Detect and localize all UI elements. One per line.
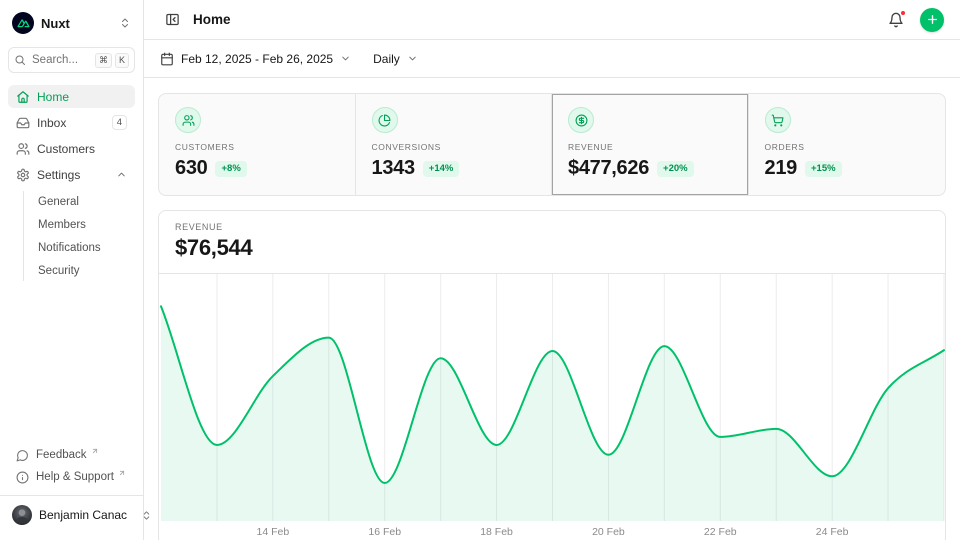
- sidebar-item-notifications[interactable]: Notifications: [34, 237, 135, 258]
- gear-icon: [16, 168, 30, 182]
- pie-chart-icon: [372, 107, 398, 133]
- sidebar-item-label: Settings: [37, 168, 80, 182]
- stat-card-conversions[interactable]: Conversions 1343 +14%: [356, 94, 553, 195]
- feedback-label: Feedback: [36, 449, 87, 461]
- chevron-down-icon: [407, 53, 418, 64]
- sidebar-divider: [0, 495, 143, 496]
- top-header: Home: [144, 0, 960, 40]
- sidebar-item-label: Inbox: [37, 116, 66, 130]
- stat-value: 219: [765, 157, 797, 180]
- chart-canvas: [159, 274, 945, 521]
- team-name: Nuxt: [41, 16, 70, 31]
- plus-icon: [926, 13, 939, 26]
- x-axis-tick: 22 Feb: [704, 526, 737, 538]
- chart-metric-label: Revenue: [175, 222, 929, 232]
- inbox-icon: [16, 116, 30, 130]
- stat-card-orders[interactable]: Orders 219 +15%: [749, 94, 946, 195]
- sidebar-item-home[interactable]: Home: [8, 85, 135, 108]
- user-menu[interactable]: Benjamin Canac: [8, 498, 135, 532]
- sidebar: Nuxt Search... ⌘ K Home: [0, 0, 144, 540]
- sidebar-item-label: Home: [37, 90, 69, 104]
- nuxt-logo-icon: [12, 12, 34, 34]
- kbd-k: K: [115, 53, 129, 68]
- dollar-circle-icon: [568, 107, 594, 133]
- main-area: Home Feb 12, 2: [144, 0, 960, 540]
- chevron-down-icon: [340, 53, 351, 64]
- stat-value: 1343: [372, 157, 415, 180]
- calendar-icon: [160, 52, 174, 66]
- stat-label: Revenue: [568, 142, 732, 152]
- sidebar-item-general[interactable]: General: [34, 191, 135, 212]
- stat-value: $477,626: [568, 157, 649, 180]
- notification-dot: [900, 10, 906, 16]
- x-axis-tick: 14 Feb: [256, 526, 289, 538]
- sidebar-item-members[interactable]: Members: [34, 214, 135, 235]
- page-title: Home: [193, 12, 231, 27]
- home-icon: [16, 90, 30, 104]
- stats-row: Customers 630 +8% Conversions 1343 +14%: [158, 93, 946, 196]
- revenue-chart-card: Revenue $76,544 14 Feb 16 Feb 18 Feb 20 Feb…: [158, 210, 946, 540]
- stat-value: 630: [175, 157, 207, 180]
- external-link-icon: [118, 469, 126, 477]
- date-range-label: Feb 12, 2025 - Feb 26, 2025: [181, 52, 333, 66]
- sidebar-item-customers[interactable]: Customers: [8, 137, 135, 160]
- stat-card-revenue[interactable]: Revenue $477,626 +20%: [552, 94, 749, 195]
- sidebar-item-inbox[interactable]: Inbox 4: [8, 111, 135, 134]
- message-bubble-icon: [16, 449, 29, 462]
- stat-label: Conversions: [372, 142, 536, 152]
- revenue-area-chart[interactable]: [159, 274, 945, 521]
- stat-delta-badge: +20%: [657, 161, 694, 177]
- info-icon: [16, 471, 29, 484]
- users-icon: [16, 142, 30, 156]
- x-axis-tick: 18 Feb: [480, 526, 513, 538]
- notifications-button[interactable]: [884, 8, 908, 32]
- x-axis-tick: 24 Feb: [816, 526, 849, 538]
- app-window: Nuxt Search... ⌘ K Home: [0, 0, 960, 540]
- content-area: Customers 630 +8% Conversions 1343 +14%: [144, 78, 960, 540]
- search-icon: [14, 54, 26, 66]
- x-axis-tick: 16 Feb: [368, 526, 401, 538]
- chevron-up-icon: [116, 169, 127, 180]
- stat-card-customers[interactable]: Customers 630 +8%: [159, 94, 356, 195]
- search-shortcut: ⌘ K: [95, 53, 129, 68]
- chart-header: Revenue $76,544: [159, 211, 945, 274]
- stat-delta-badge: +14%: [423, 161, 460, 177]
- kbd-cmd: ⌘: [95, 53, 112, 68]
- stat-delta-badge: +15%: [805, 161, 842, 177]
- team-switcher[interactable]: Nuxt: [8, 8, 135, 38]
- user-name: Benjamin Canac: [39, 508, 127, 522]
- search-input[interactable]: Search... ⌘ K: [8, 47, 135, 73]
- sidebar-item-security[interactable]: Security: [34, 260, 135, 281]
- help-support-label: Help & Support: [36, 471, 114, 483]
- help-support-link[interactable]: Help & Support: [8, 466, 135, 488]
- granularity-label: Daily: [373, 52, 400, 66]
- sidebar-item-label: Customers: [37, 142, 95, 156]
- date-range-picker[interactable]: Feb 12, 2025 - Feb 26, 2025: [160, 52, 351, 66]
- settings-subnav: General Members Notifications Security: [23, 191, 135, 281]
- search-placeholder: Search...: [32, 54, 78, 66]
- x-axis-tick: 20 Feb: [592, 526, 625, 538]
- x-axis-labels: 14 Feb 16 Feb 18 Feb 20 Feb 22 Feb 24 Feb: [159, 521, 945, 540]
- filter-toolbar: Feb 12, 2025 - Feb 26, 2025 Daily: [144, 40, 960, 78]
- sidebar-nav: Home Inbox 4 Customers Settings: [8, 85, 135, 281]
- stat-label: Orders: [765, 142, 930, 152]
- add-button[interactable]: [920, 8, 944, 32]
- avatar: [12, 505, 32, 525]
- chart-metric-value: $76,544: [175, 235, 929, 261]
- sidebar-collapse-button[interactable]: [160, 8, 184, 32]
- panel-left-close-icon: [165, 12, 180, 27]
- inbox-count-badge: 4: [112, 115, 127, 130]
- cart-icon: [765, 107, 791, 133]
- external-link-icon: [91, 447, 99, 455]
- stat-delta-badge: +8%: [215, 161, 246, 177]
- sidebar-item-settings[interactable]: Settings: [8, 163, 135, 186]
- users-icon: [175, 107, 201, 133]
- chevron-up-down-icon: [119, 17, 131, 29]
- feedback-link[interactable]: Feedback: [8, 444, 135, 466]
- stat-label: Customers: [175, 142, 339, 152]
- granularity-select[interactable]: Daily: [373, 52, 418, 66]
